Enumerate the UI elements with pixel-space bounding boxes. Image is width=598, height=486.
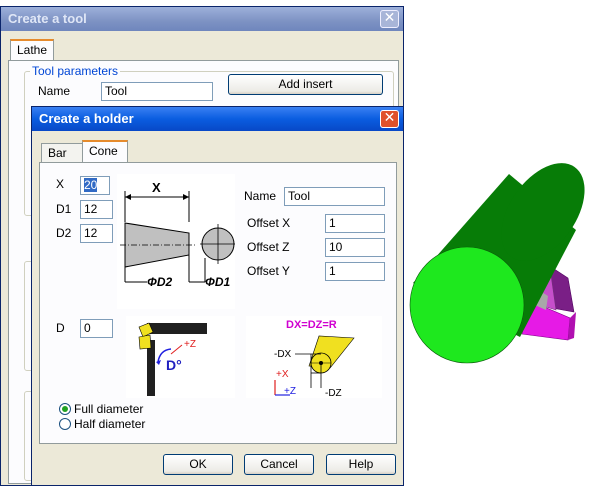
create-holder-titlebar: Create a holder bbox=[32, 107, 403, 131]
diagram-d1-label: ΦD1 bbox=[205, 275, 231, 289]
diagram-plus-z-label: +Z bbox=[184, 339, 196, 350]
diagram-x-label: X bbox=[152, 180, 161, 195]
tool-parameters-label: Tool parameters bbox=[30, 64, 121, 78]
holder-name-label: Name bbox=[244, 189, 277, 203]
diagram-d-angle-label: D° bbox=[166, 357, 182, 373]
half-diameter-radio[interactable] bbox=[59, 418, 71, 430]
offset-z-label: Offset Z bbox=[247, 240, 290, 254]
offset-y-field[interactable]: 1 bbox=[325, 262, 385, 281]
holder-name-field[interactable]: Tool bbox=[284, 187, 385, 206]
tool-name-field[interactable]: Tool bbox=[101, 82, 213, 101]
offset-x-label: Offset X bbox=[247, 216, 291, 230]
tab-bar[interactable]: Bar bbox=[41, 143, 83, 163]
radius-diagram: DX=DZ=R -DX +X +Z -DZ bbox=[246, 316, 382, 399]
3d-viewport[interactable] bbox=[402, 0, 598, 486]
diagram-minus-dx-label: -DX bbox=[274, 349, 292, 360]
x-label: X bbox=[56, 177, 65, 191]
diagram-plus-x-label: +X bbox=[276, 369, 289, 380]
diagram-minus-dz-label: -DZ bbox=[325, 388, 342, 398]
d2-field[interactable]: 12 bbox=[80, 224, 113, 243]
help-button[interactable]: Help bbox=[326, 454, 396, 475]
close-icon[interactable]: ✕ bbox=[380, 10, 399, 28]
angle-diagram: +Z D° bbox=[126, 316, 235, 398]
cone-pane: X 20 D1 12 D2 12 X ΦD2 ΦD1 Name Tool Off… bbox=[39, 162, 397, 444]
add-insert-button[interactable]: Add insert bbox=[228, 74, 383, 95]
d2-label: D2 bbox=[56, 226, 72, 240]
offset-y-label: Offset Y bbox=[247, 264, 290, 278]
d-label: D bbox=[56, 321, 65, 335]
create-holder-window: Create a holder ✕ Bar Cone X 20 D1 12 D2… bbox=[31, 106, 404, 486]
diagram-plus-z2-label: +Z bbox=[284, 386, 296, 397]
x-field[interactable]: 20 bbox=[80, 176, 110, 195]
tool-name-label: Name bbox=[38, 84, 71, 98]
create-tool-title: Create a tool bbox=[8, 11, 87, 26]
diagram-dx-eq-label: DX=DZ=R bbox=[286, 319, 337, 331]
tab-lathe-label: Lathe bbox=[17, 43, 48, 57]
offset-x-field[interactable]: 1 bbox=[325, 214, 385, 233]
offset-z-field[interactable]: 10 bbox=[325, 238, 385, 257]
tab-bar-label: Bar bbox=[48, 146, 67, 160]
create-holder-title: Create a holder bbox=[39, 111, 134, 126]
full-diameter-label[interactable]: Full diameter bbox=[74, 401, 143, 417]
full-diameter-radio[interactable] bbox=[59, 403, 71, 415]
create-tool-titlebar: Create a tool bbox=[1, 7, 403, 31]
tab-cone[interactable]: Cone bbox=[82, 140, 128, 164]
d1-field[interactable]: 12 bbox=[80, 200, 113, 219]
d1-label: D1 bbox=[56, 202, 72, 216]
cancel-button[interactable]: Cancel bbox=[244, 454, 314, 475]
d-field[interactable]: 0 bbox=[80, 319, 113, 338]
ok-button[interactable]: OK bbox=[163, 454, 233, 475]
cone-diagram: X ΦD2 ΦD1 bbox=[117, 174, 235, 309]
half-diameter-label[interactable]: Half diameter bbox=[74, 416, 145, 432]
tab-cone-label: Cone bbox=[89, 144, 118, 158]
close-icon[interactable]: ✕ bbox=[380, 110, 399, 128]
diagram-d2-label: ΦD2 bbox=[147, 275, 173, 289]
tab-lathe[interactable]: Lathe bbox=[10, 39, 55, 61]
